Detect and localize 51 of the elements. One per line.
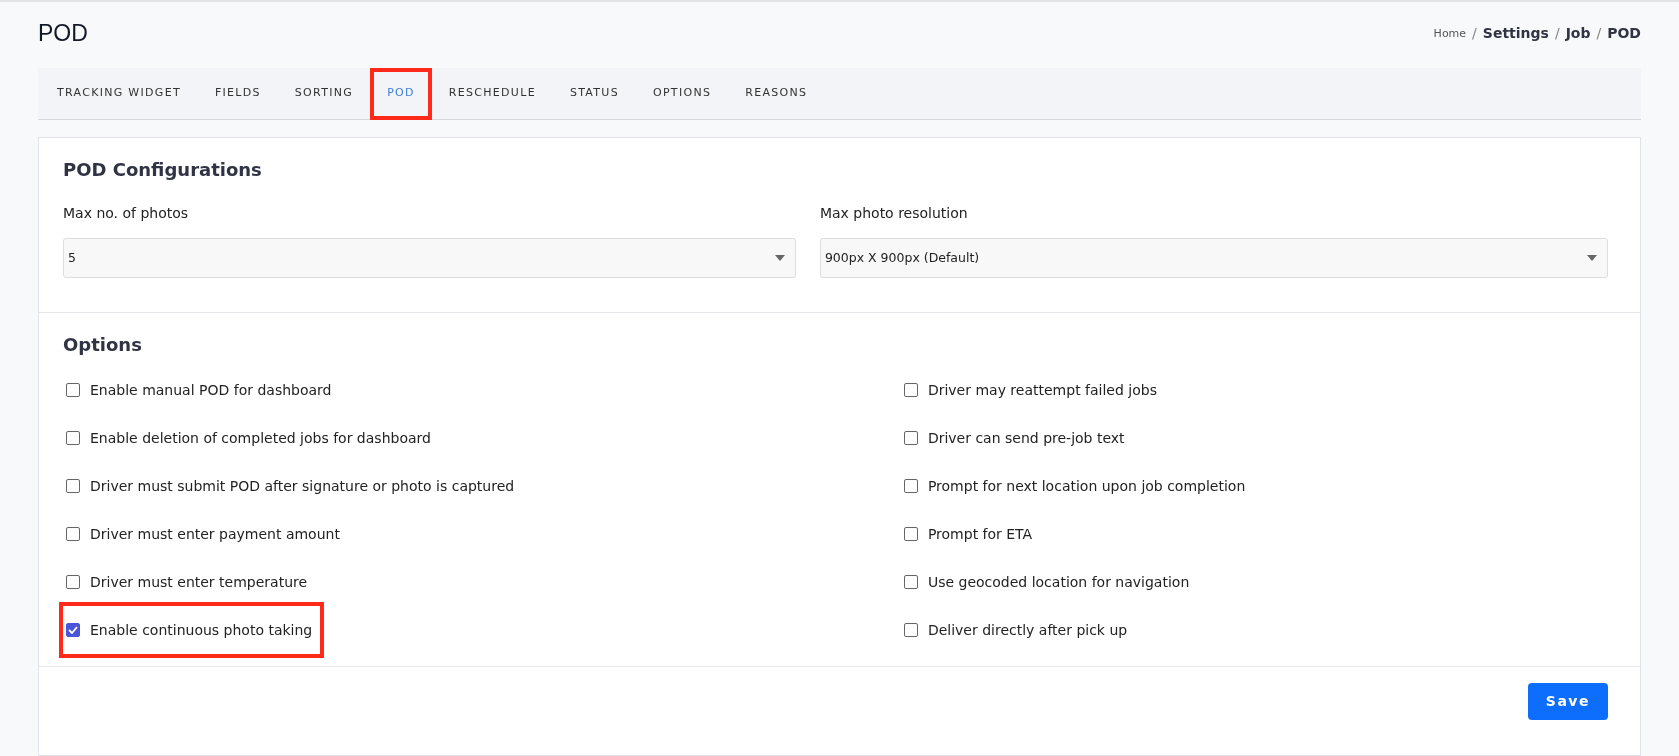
option-label: Driver must enter temperature bbox=[90, 572, 308, 592]
breadcrumb-separator: / bbox=[1596, 24, 1602, 44]
option-label: Deliver directly after pick up bbox=[927, 620, 1128, 640]
option-label: Use geocoded location for navigation bbox=[927, 572, 1190, 592]
tab[interactable]: REASONS bbox=[728, 67, 825, 121]
tab[interactable]: OPTIONS bbox=[635, 67, 729, 121]
tab[interactable]: RESCHEDULE bbox=[431, 67, 553, 121]
checkbox[interactable] bbox=[903, 479, 918, 494]
tab[interactable]: FIELDS bbox=[197, 67, 278, 121]
tab[interactable]: SORTING bbox=[277, 67, 371, 121]
breadcrumb-item: Settings bbox=[1482, 24, 1549, 44]
tab[interactable]: TRACKING WIDGET bbox=[40, 67, 198, 121]
checkbox[interactable] bbox=[66, 623, 80, 638]
breadcrumb-separator: / bbox=[1472, 24, 1477, 44]
checkbox[interactable] bbox=[903, 431, 918, 446]
breadcrumb-item[interactable]: Home bbox=[1433, 25, 1467, 43]
option-label: Prompt for next location upon job completion bbox=[927, 476, 1246, 496]
breadcrumb-separator: / bbox=[1554, 24, 1560, 44]
option-label: Driver must enter payment amount bbox=[90, 524, 340, 544]
field-label: Max photo resolution bbox=[819, 204, 969, 224]
breadcrumb-item: Job bbox=[1565, 24, 1591, 44]
select-value: 900px X 900px (Default) bbox=[824, 248, 980, 267]
tab[interactable]: STATUS bbox=[552, 67, 636, 121]
save-button[interactable]: Save bbox=[1527, 683, 1608, 721]
caret-icon bbox=[774, 255, 785, 262]
select-field[interactable]: 5 bbox=[63, 238, 796, 279]
checkbox[interactable] bbox=[66, 527, 80, 542]
caret-icon bbox=[1587, 255, 1597, 262]
checkbox[interactable] bbox=[903, 623, 918, 638]
option-label: Enable deletion of completed jobs for dashboard bbox=[90, 428, 431, 448]
checkbox[interactable] bbox=[903, 383, 918, 398]
option-label: Driver must submit POD after signature or photo is captured bbox=[90, 476, 515, 496]
checkbox[interactable] bbox=[66, 431, 80, 446]
select-value: 5 bbox=[68, 248, 76, 267]
breadcrumb-item: POD bbox=[1607, 24, 1641, 44]
checkbox[interactable] bbox=[903, 575, 918, 590]
page-title: POD bbox=[38, 20, 88, 48]
checkbox[interactable] bbox=[903, 527, 918, 542]
option-label: Enable manual POD for dashboard bbox=[90, 380, 332, 400]
checkbox[interactable] bbox=[66, 479, 80, 494]
option-label: Prompt for ETA bbox=[927, 524, 1033, 544]
option-label: Enable continuous photo taking bbox=[90, 620, 313, 640]
option-label: Driver may reattempt failed jobs bbox=[927, 380, 1157, 400]
section-title: POD Configurations bbox=[63, 158, 263, 183]
option-label: Driver can send pre-job text bbox=[927, 428, 1125, 448]
section-title: Options bbox=[63, 333, 143, 358]
checkbox[interactable] bbox=[66, 383, 80, 398]
checkbox[interactable] bbox=[66, 575, 80, 590]
tab[interactable]: POD bbox=[370, 67, 432, 121]
select-field[interactable]: 900px X 900px (Default) bbox=[819, 238, 1608, 279]
field-label: Max no. of photos bbox=[63, 204, 190, 224]
